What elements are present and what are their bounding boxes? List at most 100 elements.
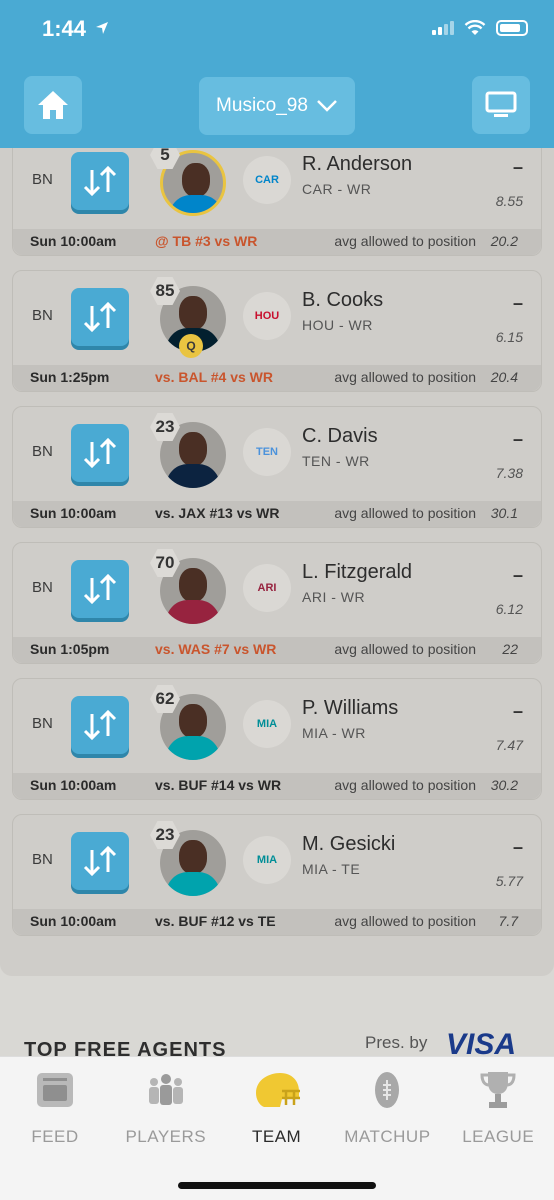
player-team-position: TEN - WR [302, 453, 370, 469]
swap-button[interactable] [71, 696, 129, 754]
player-jersey [166, 736, 220, 760]
roster-card[interactable]: BN 70 ARI L. Fitzgerald ARI - WR – 6.12 … [12, 542, 542, 664]
opponent-matchup: vs. BUF #14 vs WR [155, 777, 282, 793]
roster-card[interactable]: BN 5 CAR R. Anderson CAR - WR – 8.55 Sun… [12, 148, 542, 256]
matchup-row: Sun 10:00am vs. BUF #14 vs WR avg allowe… [13, 773, 541, 799]
player-row: BN 62 MIA P. Williams MIA - WR – 7.47 [13, 679, 541, 774]
tab-feed[interactable]: FEED [0, 1067, 110, 1157]
avg-allowed-value: 7.7 [498, 913, 518, 929]
game-time: Sun 10:00am [30, 777, 117, 793]
player-jersey [166, 464, 220, 488]
game-time: Sun 1:05pm [30, 641, 110, 657]
opponent-matchup: vs. BUF #12 vs TE [155, 913, 276, 929]
player-score: – [512, 293, 523, 313]
player-projection: 5.77 [495, 873, 523, 889]
player-row: BN 5 CAR R. Anderson CAR - WR – 8.55 [13, 148, 541, 230]
team-abbr: CAR [255, 174, 279, 186]
team-logo-icon: MIA [243, 700, 291, 748]
opponent-matchup: vs. JAX #13 vs WR [155, 505, 280, 521]
player-face [179, 840, 207, 874]
player-row: BN 23 TEN C. Davis TEN - WR – 7.38 [13, 407, 541, 502]
monitor-icon [485, 91, 517, 117]
player-team-position: MIA - WR [302, 725, 366, 741]
player-row: BN 70 ARI L. Fitzgerald ARI - WR – 6.12 [13, 543, 541, 638]
game-time: Sun 10:00am [30, 913, 117, 929]
players-icon [111, 1067, 221, 1113]
swap-arrows-icon [83, 166, 117, 196]
swap-button[interactable] [71, 152, 129, 210]
player-projection: 7.47 [495, 737, 523, 753]
roster-card[interactable]: BN 62 MIA P. Williams MIA - WR – 7.47 Su… [12, 678, 542, 800]
player-jersey [166, 600, 220, 624]
team-abbr: MIA [256, 854, 278, 866]
home-button[interactable] [24, 76, 82, 134]
game-time: Sun 10:00am [30, 505, 117, 521]
avg-allowed-value: 20.4 [490, 369, 518, 385]
matchup-row: Sun 1:05pm vs. WAS #7 vs WR avg allowed … [13, 637, 541, 663]
matchup-row: Sun 1:25pm vs. BAL #4 vs WR avg allowed … [13, 365, 541, 391]
player-projection: 6.12 [495, 601, 523, 617]
player-jersey [166, 872, 220, 896]
tv-mode-button[interactable] [472, 76, 530, 134]
swap-button[interactable] [71, 288, 129, 346]
player-jersey [169, 195, 223, 213]
swap-arrows-icon [83, 302, 117, 332]
tab-label: PLAYERS [125, 1127, 207, 1146]
tab-league[interactable]: LEAGUE [443, 1067, 553, 1157]
team-logo-icon: MIA [243, 836, 291, 884]
player-name[interactable]: C. Davis [302, 425, 378, 448]
status-bar: 1:44 [0, 0, 554, 60]
player-name[interactable]: M. Gesicki [302, 833, 395, 856]
avg-allowed-label: avg allowed to position [334, 369, 476, 385]
slot-label: BN [32, 579, 53, 596]
player-name[interactable]: P. Williams [302, 697, 398, 720]
team-logo-icon: TEN [243, 428, 291, 476]
swap-button[interactable] [71, 832, 129, 890]
swap-button[interactable] [71, 560, 129, 618]
roster-scroll-area[interactable]: BN 5 CAR R. Anderson CAR - WR – 8.55 Sun… [0, 148, 554, 1056]
cellular-signal-icon [432, 21, 454, 35]
status-time: 1:44 [42, 16, 87, 41]
team-abbr: HOU [254, 310, 280, 322]
player-score: – [512, 701, 523, 721]
swap-arrows-icon [83, 846, 117, 876]
slot-label: BN [32, 171, 53, 188]
matchup-row: Sun 10:00am @ TB #3 vs WR avg allowed to… [13, 229, 541, 255]
player-name[interactable]: L. Fitzgerald [302, 561, 412, 584]
trophy-icon [443, 1067, 553, 1113]
player-projection: 7.38 [495, 465, 523, 481]
tab-players[interactable]: PLAYERS [111, 1067, 221, 1157]
avg-allowed-label: avg allowed to position [334, 505, 476, 521]
football-icon [332, 1067, 442, 1113]
tab-matchup[interactable]: MATCHUP [332, 1067, 442, 1157]
avg-allowed-label: avg allowed to position [334, 913, 476, 929]
player-team-position: HOU - WR [302, 317, 373, 333]
player-score: – [512, 837, 523, 857]
team-selector[interactable]: Musico_98 [199, 77, 355, 135]
team-abbr: ARI [257, 582, 277, 594]
battery-icon [496, 20, 528, 36]
player-name[interactable]: B. Cooks [302, 289, 383, 312]
player-team-position: MIA - TE [302, 861, 361, 877]
tab-label: LEAGUE [462, 1127, 535, 1146]
avg-allowed-value: 30.1 [490, 505, 518, 521]
roster-card[interactable]: BN 23 MIA M. Gesicki MIA - TE – 5.77 Sun… [12, 814, 542, 936]
roster-card[interactable]: BN 23 TEN C. Davis TEN - WR – 7.38 Sun 1… [12, 406, 542, 528]
tab-team[interactable]: TEAM [222, 1067, 332, 1157]
player-face [179, 432, 207, 466]
wifi-icon [464, 20, 486, 35]
sponsor-prefix: Pres. by [365, 1033, 428, 1052]
swap-button[interactable] [71, 424, 129, 482]
tab-label: TEAM [251, 1127, 302, 1146]
home-icon [38, 91, 68, 119]
feed-icon [0, 1067, 110, 1113]
player-name[interactable]: R. Anderson [302, 153, 412, 176]
location-arrow-icon [96, 22, 108, 34]
helmet-icon [222, 1067, 332, 1113]
roster-card[interactable]: BN 85 Q HOU B. Cooks HOU - WR – 6.15 Sun… [12, 270, 542, 392]
player-projection: 8.55 [495, 193, 523, 209]
team-name: Musico_98 [216, 95, 308, 116]
avg-allowed-label: avg allowed to position [334, 233, 476, 249]
team-logo-icon: CAR [243, 156, 291, 204]
game-time: Sun 10:00am [30, 233, 117, 249]
